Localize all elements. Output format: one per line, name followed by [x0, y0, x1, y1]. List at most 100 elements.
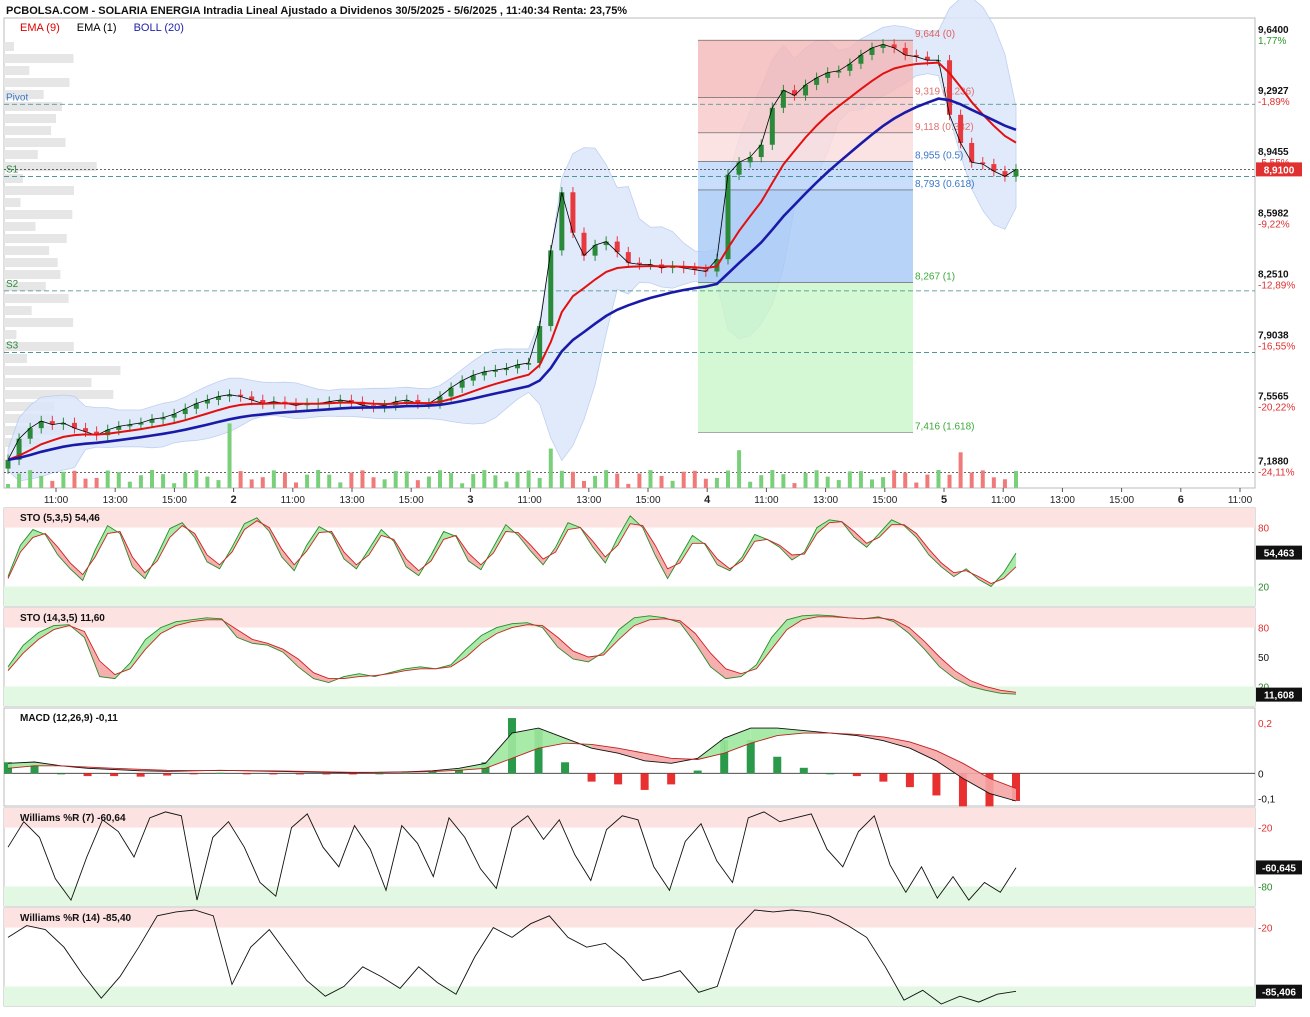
volume-bar: [626, 483, 631, 488]
indicator-y-tick: 80: [1258, 624, 1270, 635]
volume-profile-bar: [4, 78, 70, 87]
volume-bar: [327, 474, 332, 488]
volume-bar: [415, 480, 420, 488]
volume-bar: [670, 480, 675, 488]
x-tick-label: 11:00: [44, 495, 69, 506]
chart-svg: 9,644 (0)9,319 (0.236)9,118 (0.382)8,955…: [3, 0, 1302, 1007]
volume-bar: [870, 479, 874, 488]
indicator-y-tick: -0,1: [1258, 794, 1276, 805]
volume-bar: [39, 475, 44, 488]
volume-bar: [460, 483, 465, 488]
volume-bar: [338, 482, 343, 488]
indicator-title: STO (14,3,5) 11,60: [20, 613, 105, 624]
x-tick-label: 11:00: [281, 495, 306, 506]
volume-profile-bar: [4, 258, 58, 267]
indicator-title: STO (5,3,5) 54,46: [20, 513, 100, 524]
candle-body: [5, 459, 11, 469]
macd-histogram-bar: [110, 773, 119, 777]
chart-title: PCBOLSA.COM - SOLARIA ENERGIA Intradia L…: [6, 5, 628, 17]
y-tick-pct: -12,89%: [1258, 280, 1295, 291]
indicator-y-tick: 80: [1258, 524, 1270, 535]
legend: EMA (9) EMA (1) BOLL (20): [20, 22, 198, 34]
volume-profile-bar: [4, 246, 50, 255]
macd-histogram-bar: [163, 773, 172, 776]
y-tick-label: 7,9038: [1258, 331, 1289, 342]
volume-profile-bar: [4, 270, 61, 279]
volume-profile-bar: [4, 306, 32, 315]
volume-profile-bar: [4, 354, 27, 363]
indicator-value-tag-label: -60,645: [1262, 863, 1296, 874]
pivot-label: Pivot: [6, 92, 28, 103]
indicator-title: MACD (12,26,9) -0,11: [20, 713, 118, 724]
x-tick-label: 13:00: [103, 495, 128, 506]
macd-histogram-bar: [799, 767, 808, 774]
volume-bar: [570, 471, 575, 488]
x-tick-label: 11:00: [517, 495, 542, 506]
y-tick-label: 8,2510: [1258, 269, 1289, 280]
volume-bar: [659, 475, 664, 488]
volume-bar: [382, 479, 387, 488]
overbought-zone: [4, 908, 1255, 928]
y-tick-label: 7,5565: [1258, 392, 1289, 403]
macd-histogram-bar: [322, 773, 331, 775]
volume-bar: [980, 470, 985, 488]
volume-bar: [881, 477, 886, 488]
y-tick-pct: 1,77%: [1258, 36, 1286, 47]
x-tick-label: 13:00: [813, 495, 838, 506]
macd-histogram-bar: [295, 773, 304, 775]
y-tick-pct: -1,89%: [1258, 97, 1290, 108]
indicator-y-tick: -20: [1258, 824, 1273, 835]
macd-histogram-bar: [879, 773, 888, 782]
macd-histogram-bar: [401, 772, 410, 774]
y-tick-label: 9,6400: [1258, 25, 1289, 36]
macd-histogram-bar: [905, 773, 914, 788]
x-tick-label: 15:00: [1109, 495, 1134, 506]
oversold-zone: [4, 586, 1255, 606]
volume-profile-bar: [4, 102, 62, 111]
volume-profile-bar: [4, 186, 74, 195]
x-tick-label: 13:00: [1050, 495, 1075, 506]
volume-bar: [50, 480, 55, 488]
pivot-label: S1: [6, 164, 19, 175]
volume-bar: [349, 472, 354, 488]
x-tick-label: 11:00: [991, 495, 1016, 506]
x-tick-label: 11:00: [754, 495, 779, 506]
last-price-label: 8,9100: [1264, 165, 1295, 176]
x-tick-label: 15:00: [635, 495, 660, 506]
indicator-y-tick: 0: [1258, 769, 1264, 780]
x-tick-label: 2: [231, 494, 237, 506]
volume-profile-bar: [4, 318, 74, 327]
volume-bar: [6, 484, 10, 488]
indicator-y-tick: 20: [1258, 582, 1270, 593]
volume-bar: [260, 477, 265, 488]
y-tick-label: 7,1880: [1258, 457, 1289, 468]
indicator-y-tick: -20: [1258, 924, 1273, 935]
volume-bar: [925, 474, 930, 488]
y-tick-label: 9,2927: [1258, 86, 1289, 97]
x-tick-label: 15:00: [162, 495, 187, 506]
volume-bar: [238, 471, 243, 488]
volume-bar: [17, 473, 22, 488]
fib-label: 8,955 (0.5): [915, 150, 963, 161]
macd-histogram-bar: [57, 773, 66, 775]
volume-bar: [227, 423, 232, 488]
volume-bar: [94, 477, 99, 488]
volume-bar: [714, 477, 719, 488]
y-tick-pct: -24,11%: [1258, 468, 1295, 479]
y-tick-pct: -16,55%: [1258, 342, 1295, 353]
macd-histogram-bar: [561, 762, 570, 774]
volume-bar: [61, 471, 66, 488]
macd-histogram-bar: [773, 756, 782, 774]
volume-bar: [781, 474, 786, 488]
volume-bar: [1014, 471, 1018, 488]
macd-histogram-bar: [269, 773, 278, 775]
volume-bar: [194, 470, 199, 488]
volume-bar: [803, 472, 808, 488]
volume-bar: [183, 473, 188, 488]
volume-bar: [914, 482, 919, 488]
macd-histogram-bar: [242, 773, 251, 775]
volume-bar: [892, 470, 897, 488]
oversold-zone: [4, 686, 1255, 706]
volume-bar: [216, 480, 221, 488]
volume-bar: [172, 483, 177, 488]
